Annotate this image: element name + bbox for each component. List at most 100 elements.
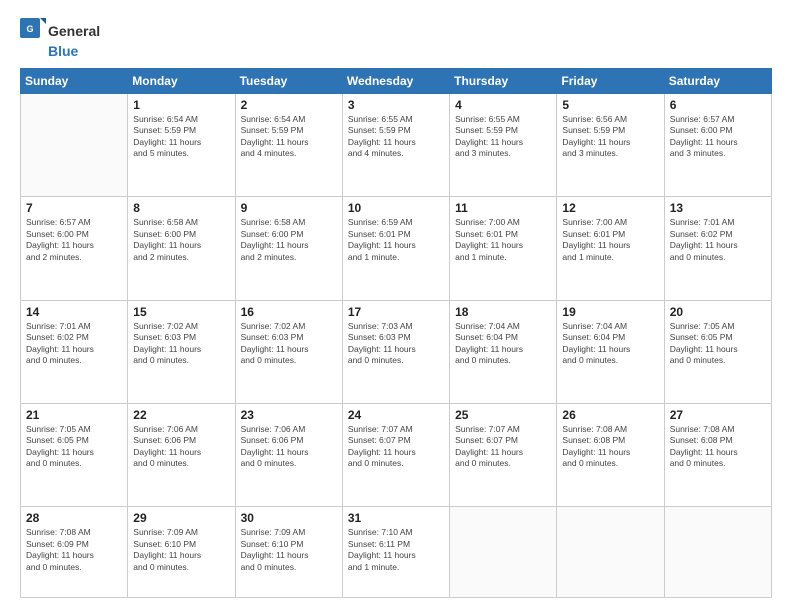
cell-info: Sunrise: 7:00 AM Sunset: 6:01 PM Dayligh… bbox=[455, 217, 551, 263]
calendar-cell: 12 Sunrise: 7:00 AM Sunset: 6:01 PM Dayli… bbox=[557, 197, 664, 300]
day-number: 28 bbox=[26, 511, 122, 525]
cell-info: Sunrise: 7:07 AM Sunset: 6:07 PM Dayligh… bbox=[455, 424, 551, 470]
calendar-cell: 15 Sunrise: 7:02 AM Sunset: 6:03 PM Dayli… bbox=[128, 300, 235, 403]
cell-info: Sunrise: 7:06 AM Sunset: 6:06 PM Dayligh… bbox=[241, 424, 337, 470]
day-number: 6 bbox=[670, 98, 766, 112]
cell-info: Sunrise: 7:00 AM Sunset: 6:01 PM Dayligh… bbox=[562, 217, 658, 263]
calendar-cell: 11Sunrise: 7:00 AM Sunset: 6:01 PM Dayli… bbox=[450, 197, 557, 300]
cell-info: Sunrise: 7:03 AM Sunset: 6:03 PM Dayligh… bbox=[348, 321, 444, 367]
day-number: 15 bbox=[133, 305, 229, 319]
calendar-cell: 2 Sunrise: 6:54 AM Sunset: 5:59 PM Daylig… bbox=[235, 94, 342, 197]
calendar-cell: 5 Sunrise: 6:56 AM Sunset: 5:59 PM Daylig… bbox=[557, 94, 664, 197]
logo-svg: G bbox=[20, 18, 46, 44]
cell-info: Sunrise: 6:58 AM Sunset: 6:00 PM Dayligh… bbox=[133, 217, 229, 263]
cell-info: Sunrise: 6:58 AM Sunset: 6:00 PM Dayligh… bbox=[241, 217, 337, 263]
cell-info: Sunrise: 7:04 AM Sunset: 6:04 PM Dayligh… bbox=[455, 321, 551, 367]
cell-info: Sunrise: 7:06 AM Sunset: 6:06 PM Dayligh… bbox=[133, 424, 229, 470]
col-header-tuesday: Tuesday bbox=[235, 69, 342, 94]
calendar-cell: 20 Sunrise: 7:05 AM Sunset: 6:05 PM Dayli… bbox=[664, 300, 771, 403]
calendar-cell: 30Sunrise: 7:09 AM Sunset: 6:10 PM Dayli… bbox=[235, 507, 342, 598]
logo-blue-label: Blue bbox=[48, 43, 78, 59]
calendar-table: SundayMondayTuesdayWednesdayThursdayFrid… bbox=[20, 68, 772, 598]
calendar-cell: 29 Sunrise: 7:09 AM Sunset: 6:10 PM Dayli… bbox=[128, 507, 235, 598]
calendar-cell: 7 Sunrise: 6:57 AM Sunset: 6:00 PM Daylig… bbox=[21, 197, 128, 300]
calendar-cell bbox=[664, 507, 771, 598]
week-row-2: 7 Sunrise: 6:57 AM Sunset: 6:00 PM Daylig… bbox=[21, 197, 772, 300]
cell-info: Sunrise: 6:55 AM Sunset: 5:59 PM Dayligh… bbox=[455, 114, 551, 160]
cell-info: Sunrise: 7:08 AM Sunset: 6:08 PM Dayligh… bbox=[670, 424, 766, 470]
day-number: 22 bbox=[133, 408, 229, 422]
calendar-cell: 26 Sunrise: 7:08 AM Sunset: 6:08 PM Dayli… bbox=[557, 403, 664, 506]
day-number: 18 bbox=[455, 305, 551, 319]
calendar-cell: 28Sunrise: 7:08 AM Sunset: 6:09 PM Dayli… bbox=[21, 507, 128, 598]
logo-general-label: General bbox=[48, 23, 100, 39]
calendar-cell: 24Sunrise: 7:07 AM Sunset: 6:07 PM Dayli… bbox=[342, 403, 449, 506]
col-header-monday: Monday bbox=[128, 69, 235, 94]
cell-info: Sunrise: 7:05 AM Sunset: 6:05 PM Dayligh… bbox=[670, 321, 766, 367]
day-number: 29 bbox=[133, 511, 229, 525]
calendar-cell: 19 Sunrise: 7:04 AM Sunset: 6:04 PM Dayli… bbox=[557, 300, 664, 403]
svg-text:G: G bbox=[26, 24, 33, 34]
col-header-thursday: Thursday bbox=[450, 69, 557, 94]
cell-info: Sunrise: 7:01 AM Sunset: 6:02 PM Dayligh… bbox=[26, 321, 122, 367]
cell-info: Sunrise: 6:59 AM Sunset: 6:01 PM Dayligh… bbox=[348, 217, 444, 263]
calendar-cell: 18 Sunrise: 7:04 AM Sunset: 6:04 PM Dayli… bbox=[450, 300, 557, 403]
calendar-cell: 17Sunrise: 7:03 AM Sunset: 6:03 PM Dayli… bbox=[342, 300, 449, 403]
day-number: 25 bbox=[455, 408, 551, 422]
cell-info: Sunrise: 6:55 AM Sunset: 5:59 PM Dayligh… bbox=[348, 114, 444, 160]
week-row-4: 21Sunrise: 7:05 AM Sunset: 6:05 PM Dayli… bbox=[21, 403, 772, 506]
cell-info: Sunrise: 7:09 AM Sunset: 6:10 PM Dayligh… bbox=[241, 527, 337, 573]
day-number: 26 bbox=[562, 408, 658, 422]
day-number: 20 bbox=[670, 305, 766, 319]
cell-info: Sunrise: 7:01 AM Sunset: 6:02 PM Dayligh… bbox=[670, 217, 766, 263]
calendar-cell: 1Sunrise: 6:54 AM Sunset: 5:59 PM Daylig… bbox=[128, 94, 235, 197]
header-row: SundayMondayTuesdayWednesdayThursdayFrid… bbox=[21, 69, 772, 94]
cell-info: Sunrise: 7:08 AM Sunset: 6:08 PM Dayligh… bbox=[562, 424, 658, 470]
cell-info: Sunrise: 6:54 AM Sunset: 5:59 PM Dayligh… bbox=[241, 114, 337, 160]
cell-info: Sunrise: 6:54 AM Sunset: 5:59 PM Dayligh… bbox=[133, 114, 229, 160]
cell-info: Sunrise: 7:10 AM Sunset: 6:11 PM Dayligh… bbox=[348, 527, 444, 573]
calendar-cell: 31 Sunrise: 7:10 AM Sunset: 6:11 PM Dayli… bbox=[342, 507, 449, 598]
calendar-cell: 10Sunrise: 6:59 AM Sunset: 6:01 PM Dayli… bbox=[342, 197, 449, 300]
calendar-cell: 22 Sunrise: 7:06 AM Sunset: 6:06 PM Dayli… bbox=[128, 403, 235, 506]
calendar-cell: 8Sunrise: 6:58 AM Sunset: 6:00 PM Daylig… bbox=[128, 197, 235, 300]
cell-info: Sunrise: 7:02 AM Sunset: 6:03 PM Dayligh… bbox=[133, 321, 229, 367]
header: G General Blue bbox=[20, 18, 772, 58]
cell-info: Sunrise: 7:02 AM Sunset: 6:03 PM Dayligh… bbox=[241, 321, 337, 367]
cell-info: Sunrise: 7:07 AM Sunset: 6:07 PM Dayligh… bbox=[348, 424, 444, 470]
week-row-1: 1Sunrise: 6:54 AM Sunset: 5:59 PM Daylig… bbox=[21, 94, 772, 197]
day-number: 27 bbox=[670, 408, 766, 422]
day-number: 31 bbox=[348, 511, 444, 525]
day-number: 2 bbox=[241, 98, 337, 112]
day-number: 14 bbox=[26, 305, 122, 319]
col-header-saturday: Saturday bbox=[664, 69, 771, 94]
calendar-cell: 4Sunrise: 6:55 AM Sunset: 5:59 PM Daylig… bbox=[450, 94, 557, 197]
day-number: 9 bbox=[241, 201, 337, 215]
cell-info: Sunrise: 7:04 AM Sunset: 6:04 PM Dayligh… bbox=[562, 321, 658, 367]
page: G General Blue SundayMondayTuesdayWednes… bbox=[0, 0, 792, 612]
calendar-cell bbox=[450, 507, 557, 598]
calendar-cell: 23Sunrise: 7:06 AM Sunset: 6:06 PM Dayli… bbox=[235, 403, 342, 506]
calendar-cell: 27 Sunrise: 7:08 AM Sunset: 6:08 PM Dayli… bbox=[664, 403, 771, 506]
calendar-cell: 3 Sunrise: 6:55 AM Sunset: 5:59 PM Daylig… bbox=[342, 94, 449, 197]
day-number: 3 bbox=[348, 98, 444, 112]
day-number: 13 bbox=[670, 201, 766, 215]
calendar-cell bbox=[557, 507, 664, 598]
cell-info: Sunrise: 6:56 AM Sunset: 5:59 PM Dayligh… bbox=[562, 114, 658, 160]
calendar-cell: 9 Sunrise: 6:58 AM Sunset: 6:00 PM Daylig… bbox=[235, 197, 342, 300]
calendar-cell: 21Sunrise: 7:05 AM Sunset: 6:05 PM Dayli… bbox=[21, 403, 128, 506]
day-number: 21 bbox=[26, 408, 122, 422]
day-number: 5 bbox=[562, 98, 658, 112]
calendar-cell: 16Sunrise: 7:02 AM Sunset: 6:03 PM Dayli… bbox=[235, 300, 342, 403]
day-number: 7 bbox=[26, 201, 122, 215]
calendar-cell: 14 Sunrise: 7:01 AM Sunset: 6:02 PM Dayli… bbox=[21, 300, 128, 403]
col-header-friday: Friday bbox=[557, 69, 664, 94]
cell-info: Sunrise: 6:57 AM Sunset: 6:00 PM Dayligh… bbox=[26, 217, 122, 263]
day-number: 12 bbox=[562, 201, 658, 215]
calendar-cell: 25 Sunrise: 7:07 AM Sunset: 6:07 PM Dayli… bbox=[450, 403, 557, 506]
week-row-5: 28Sunrise: 7:08 AM Sunset: 6:09 PM Dayli… bbox=[21, 507, 772, 598]
calendar-cell: 6Sunrise: 6:57 AM Sunset: 6:00 PM Daylig… bbox=[664, 94, 771, 197]
day-number: 19 bbox=[562, 305, 658, 319]
cell-info: Sunrise: 7:09 AM Sunset: 6:10 PM Dayligh… bbox=[133, 527, 229, 573]
col-header-sunday: Sunday bbox=[21, 69, 128, 94]
